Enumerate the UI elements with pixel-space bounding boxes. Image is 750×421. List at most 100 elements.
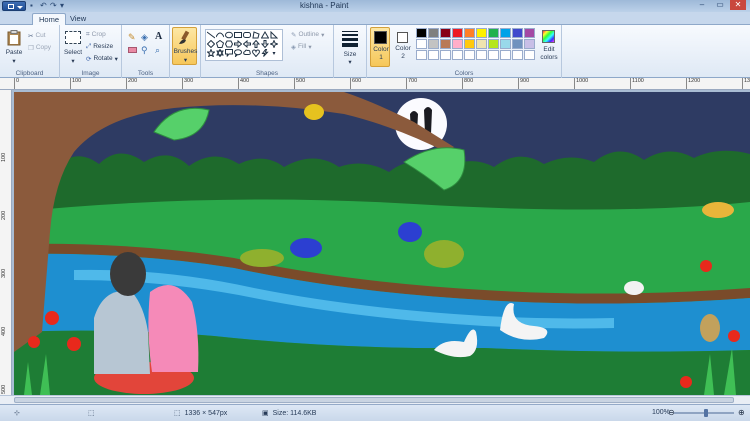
- copy-button[interactable]: ❐ Copy: [28, 43, 51, 52]
- drawing-canvas[interactable]: [14, 92, 750, 395]
- four-point-star-shape-icon[interactable]: [270, 40, 278, 48]
- palette-swatch[interactable]: [416, 50, 427, 60]
- paint-menu-button[interactable]: [2, 1, 26, 11]
- cloud-callout-shape-icon[interactable]: [243, 49, 251, 57]
- triangle-shape-icon[interactable]: [261, 31, 269, 39]
- pentagon-shape-icon[interactable]: [216, 40, 224, 48]
- crop-button[interactable]: ⌗ Crop: [86, 30, 106, 39]
- palette-swatch[interactable]: [440, 28, 451, 38]
- outline-button[interactable]: ✎ Outline ▾: [291, 30, 324, 39]
- zoom-slider-thumb[interactable]: [704, 409, 708, 417]
- palette-swatch[interactable]: [488, 28, 499, 38]
- fill-icon: ◈: [291, 43, 296, 51]
- palette-swatch[interactable]: [488, 39, 499, 49]
- resize-button[interactable]: ⤢ Resize: [86, 42, 113, 51]
- rounded-rectangle-shape-icon[interactable]: [243, 31, 251, 39]
- zoom-in-icon[interactable]: ⊕: [738, 408, 745, 417]
- undo-icon[interactable]: ↶: [40, 2, 47, 10]
- rotate-button[interactable]: ⟳ Rotate ▾: [86, 54, 118, 63]
- palette-swatch[interactable]: [512, 28, 523, 38]
- palette-swatch[interactable]: [512, 50, 523, 60]
- krishna-hair: [110, 252, 146, 296]
- palette-swatch[interactable]: [428, 28, 439, 38]
- minimize-icon[interactable]: –: [694, 0, 710, 10]
- title-bar: ▪ ↶ ↷ ▾ kishna - Paint – ▭ ✕: [0, 0, 750, 12]
- palette-swatch[interactable]: [416, 28, 427, 38]
- close-icon[interactable]: ✕: [730, 0, 746, 10]
- text-tool-icon[interactable]: A: [155, 31, 162, 42]
- down-arrow-shape-icon[interactable]: [261, 40, 269, 48]
- edit-colors-button[interactable]: Edit colors: [537, 28, 561, 66]
- palette-swatch[interactable]: [464, 28, 475, 38]
- eraser-icon[interactable]: [128, 47, 137, 53]
- palette-swatch[interactable]: [452, 50, 463, 60]
- palette-swatch[interactable]: [500, 39, 511, 49]
- rectangle-shape-icon[interactable]: [234, 31, 242, 39]
- callout-shape-icon[interactable]: [225, 49, 233, 57]
- scrollbar-thumb[interactable]: [14, 397, 734, 403]
- right-arrow-shape-icon[interactable]: [234, 40, 242, 48]
- line-shape-icon[interactable]: [207, 31, 215, 39]
- scroll-shapes-icon[interactable]: ▾: [270, 49, 278, 57]
- palette-swatch[interactable]: [464, 50, 475, 60]
- magnifier-icon[interactable]: ⌕: [155, 45, 160, 56]
- hexagon-shape-icon[interactable]: [225, 40, 233, 48]
- heart-shape-icon[interactable]: [252, 49, 260, 57]
- tab-home[interactable]: Home: [32, 13, 67, 25]
- lightning-shape-icon[interactable]: [261, 49, 269, 57]
- color1-button[interactable]: Color 1: [370, 27, 390, 67]
- curve-shape-icon[interactable]: [216, 31, 224, 39]
- horizontal-scrollbar[interactable]: [0, 395, 750, 404]
- fill-bucket-icon[interactable]: ◈: [141, 32, 148, 43]
- palette-swatch[interactable]: [476, 50, 487, 60]
- select-button[interactable]: Select ▾: [62, 28, 84, 65]
- palette-swatch[interactable]: [524, 28, 535, 38]
- palette-swatch[interactable]: [464, 39, 475, 49]
- oval-callout-shape-icon[interactable]: [234, 49, 242, 57]
- zoom-slider[interactable]: [674, 409, 734, 417]
- palette-swatch[interactable]: [440, 39, 451, 49]
- palette-swatch[interactable]: [488, 50, 499, 60]
- palette-swatch[interactable]: [476, 28, 487, 38]
- chevron-down-icon: ▾: [348, 59, 352, 66]
- polygon-shape-icon[interactable]: [252, 31, 260, 39]
- paste-button[interactable]: Paste ▾: [3, 28, 25, 65]
- six-point-star-shape-icon[interactable]: [216, 49, 224, 57]
- color-picker-icon[interactable]: ⚲: [141, 45, 148, 56]
- up-arrow-shape-icon[interactable]: [252, 40, 260, 48]
- cut-button[interactable]: ✂ Cut: [28, 31, 46, 40]
- palette-swatch[interactable]: [428, 50, 439, 60]
- palette-swatch[interactable]: [500, 50, 511, 60]
- size-button[interactable]: Size ▾: [338, 28, 362, 66]
- left-arrow-shape-icon[interactable]: [243, 40, 251, 48]
- fill-button[interactable]: ◈ Fill ▾: [291, 42, 312, 51]
- save-icon[interactable]: ▪: [30, 2, 33, 10]
- diamond-shape-icon[interactable]: [207, 40, 215, 48]
- palette-swatch[interactable]: [476, 39, 487, 49]
- shapes-group: ▾ ✎ Outline ▾ ◈ Fill ▾ Shapes: [200, 25, 334, 78]
- palette-swatch[interactable]: [440, 50, 451, 60]
- canvas-area[interactable]: [12, 90, 750, 395]
- palette-swatch[interactable]: [500, 28, 511, 38]
- ruler-tick-label: 500: [1, 384, 7, 394]
- palette-swatch[interactable]: [428, 39, 439, 49]
- brushes-button[interactable]: Brushes ▾: [172, 27, 197, 65]
- tab-view[interactable]: View: [64, 13, 92, 25]
- palette-swatch[interactable]: [416, 39, 427, 49]
- oval-shape-icon[interactable]: [225, 31, 233, 39]
- pencil-icon[interactable]: ✎: [128, 32, 136, 43]
- right-triangle-shape-icon[interactable]: [270, 31, 278, 39]
- palette-swatch[interactable]: [524, 50, 535, 60]
- color2-button[interactable]: Color 2: [393, 27, 413, 67]
- ruler-tick-label: 0: [13, 78, 20, 89]
- five-point-star-shape-icon[interactable]: [207, 49, 215, 57]
- palette-swatch[interactable]: [512, 39, 523, 49]
- palette-swatch[interactable]: [524, 39, 535, 49]
- palette-swatch[interactable]: [452, 28, 463, 38]
- vertical-ruler: 100 200 300 400 500: [0, 90, 12, 395]
- maximize-icon[interactable]: ▭: [712, 0, 728, 10]
- disk-icon: ▣: [262, 410, 269, 417]
- customize-quick-access-icon[interactable]: ▾: [60, 2, 64, 10]
- palette-swatch[interactable]: [452, 39, 463, 49]
- redo-icon[interactable]: ↷: [50, 2, 57, 10]
